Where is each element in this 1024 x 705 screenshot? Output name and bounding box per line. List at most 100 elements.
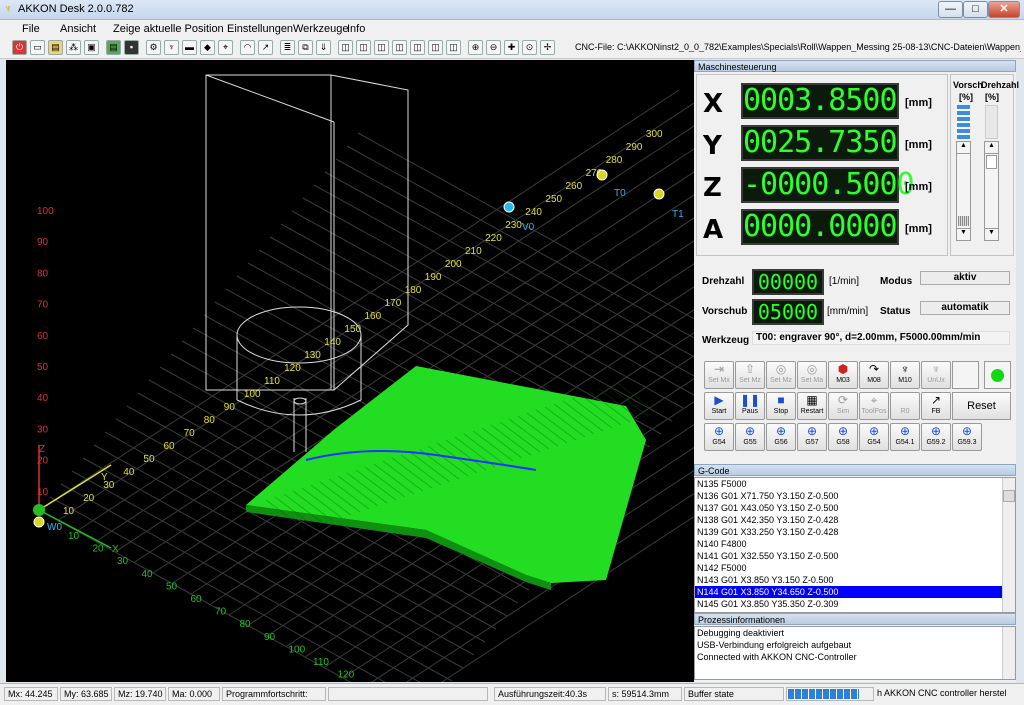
v0-label: V0 [522,222,535,233]
eraser-icon[interactable]: ▬ [182,40,197,55]
gcode-line[interactable]: N135 F5000 [695,478,1015,490]
zoom-in-icon[interactable]: ⊕ [468,40,483,55]
ctrl-set-mz-button[interactable]: ◎ Set Mz [766,361,796,389]
slider-down-icon[interactable]: ▼ [957,228,970,240]
machine-header: Maschinesteuerung [694,60,1016,72]
sim-icon[interactable]: ▪ [124,40,139,55]
offset-g57-button[interactable]: ⊕ G57 [797,423,827,451]
ctrl-set-mz-button[interactable]: ⇧ Set Mz [735,361,765,389]
tool-icon[interactable]: ♆ [164,40,179,55]
maximize-button[interactable]: □ [963,1,988,18]
ctrl-stop-button[interactable]: ■ Stop [766,392,796,420]
gear-icon[interactable]: ⚙ [146,40,161,55]
ctrl-m10-button[interactable]: ♆ M10 [890,361,920,389]
slider-up-icon[interactable]: ▲ [985,142,998,154]
folder-icon[interactable]: ▤ [48,40,63,55]
close-button[interactable]: ✕ [988,1,1020,18]
gcode-line[interactable]: N138 G01 X42.350 Y3.150 Z-0.428 [695,514,1015,526]
power-icon[interactable]: ⏻ [12,40,27,55]
gcode-line[interactable]: N139 G01 X33.250 Y3.150 Z-0.428 [695,526,1015,538]
ctrl-set-mx-button-label: Set Mx [708,377,730,384]
reset-button[interactable]: Reset [952,392,1011,420]
menu-werkzeuge[interactable]: Werkzeuge [293,23,348,35]
offset-g58-button[interactable]: ⊕ G58 [828,423,858,451]
probe-icon[interactable]: ⌖ [218,40,233,55]
pan-icon[interactable]: ✚ [504,40,519,55]
gcode-line[interactable]: N143 G01 X3.850 Y3.150 Z-0.500 [695,574,1015,586]
minimize-button[interactable]: — [938,1,963,18]
grid-icon[interactable]: ⁂ [66,40,81,55]
drehzahl-slider-thumb[interactable] [986,155,997,169]
offset-g59-3-button[interactable]: ⊕ G59.3 [952,423,982,451]
cube-back-icon[interactable]: ◫ [410,40,425,55]
ctrl-m08-button[interactable]: ↷ M08 [859,361,889,389]
status-distance: s: 59514.3mm [608,687,682,701]
offset-label: G55 [743,439,757,446]
ctrl-set-ma-button[interactable]: ◎ Set Ma [797,361,827,389]
vorsch-slider[interactable]: ▲ ▼ [956,141,971,241]
rotate-icon[interactable]: ✢ [540,40,555,55]
progress-label: Programmfortschritt: [222,687,326,701]
offset-g59-2-button[interactable]: ⊕ G59.2 [921,423,951,451]
vorsch-unit: [%] [959,92,973,102]
offset-g54-button[interactable]: ⊕ G54 [859,423,889,451]
cube-top-icon[interactable]: ◫ [356,40,371,55]
menu-zeige-position[interactable]: Zeige aktuelle Position [113,23,224,35]
ctrl-fb-button[interactable]: ↗ FB [921,392,951,420]
ctrl-toolpos-button[interactable]: ⌖ ToolPos [859,392,889,420]
save-icon[interactable]: ▣ [84,40,99,55]
zoom-out-icon[interactable]: ⊖ [486,40,501,55]
arrow-icon[interactable]: ↗ [258,40,273,55]
cube-front-icon[interactable]: ◫ [338,40,353,55]
menu-file[interactable]: File [22,23,40,35]
gcode-line[interactable]: N142 F5000 [695,562,1015,574]
menu-einstellungen[interactable]: Einstellungen [227,23,293,35]
viewport-canvas[interactable]: 100 90 80 70 60 50 40 30 20 10 10 20 30 40 50 60 70 80 90 1… [6,60,694,682]
menu-info[interactable]: Info [347,23,365,35]
ctrl-sim-button[interactable]: ⟳ Sim [828,392,858,420]
run-icon[interactable]: ▤ [106,40,121,55]
cube-right-icon[interactable]: ◫ [446,40,461,55]
gcode-scroll-thumb[interactable] [1003,490,1015,502]
gcode-line[interactable]: N145 G01 X3.850 Y35.350 Z-0.309 [695,598,1015,610]
gcode-line[interactable]: N144 G01 X3.850 Y34.650 Z-0.500 [695,586,1015,598]
ctrl-set-mx-button[interactable]: ⇥ Set Mx [704,361,734,389]
offset-g55-button[interactable]: ⊕ G55 [735,423,765,451]
gcode-line[interactable]: N140 F4800 [695,538,1015,550]
spare-button[interactable] [952,361,979,389]
list-icon[interactable]: ≣ [280,40,295,55]
offset-g56-button[interactable]: ⊕ G56 [766,423,796,451]
offset-g54-button[interactable]: ⊕ G54 [704,423,734,451]
slider-up-icon[interactable]: ▲ [957,142,970,154]
cube-side-icon[interactable]: ◫ [374,40,389,55]
gcode-line[interactable]: N141 G01 X32.550 Y3.150 Z-0.500 [695,550,1015,562]
t0-label: T0 [614,188,626,199]
ctrl-restart-button[interactable]: ▦ Restart [797,392,827,420]
cube-left-icon[interactable]: ◫ [428,40,443,55]
ctrl-start-button[interactable]: ▶ Start [704,392,734,420]
ctrl-m03-button[interactable]: ⬢ M03 [828,361,858,389]
drehzahl-slider[interactable]: ▲ ▼ [984,141,999,241]
menu-ansicht[interactable]: Ansicht [60,23,96,35]
z-tick-label: 10 [37,487,49,498]
ctrl-unux-button[interactable]: ♆ UnUx [921,361,951,389]
layers-icon[interactable]: ⧉ [298,40,313,55]
open-icon[interactable]: ▭ [30,40,45,55]
gcode-line[interactable]: N136 G01 X71.750 Y3.150 Z-0.500 [695,490,1015,502]
gcode-scrollbar[interactable] [1002,478,1015,612]
offset-label: G58 [836,439,850,446]
gcode-list[interactable]: N135 F5000 N136 G01 X71.750 Y3.150 Z-0.50… [694,477,1016,613]
block-icon[interactable]: ◆ [200,40,215,55]
cube-iso-icon[interactable]: ◫ [392,40,407,55]
zoom-fit-icon[interactable]: ⊙ [522,40,537,55]
vorsch-slider-thumb[interactable] [958,216,969,226]
download-icon[interactable]: ⇓ [316,40,331,55]
gcode-line[interactable]: N137 G01 X43.050 Y3.150 Z-0.500 [695,502,1015,514]
arc-icon[interactable]: ◠ [240,40,255,55]
ctrl-paus-button[interactable]: ❚❚ Paus [735,392,765,420]
ctrl-r0-button[interactable]: R0 [890,392,920,420]
process-scrollbar[interactable] [1002,627,1015,679]
3d-viewport[interactable]: 100 90 80 70 60 50 40 30 20 10 10 20 30 40 50 60 70 80 90 1… [6,60,694,682]
slider-down-icon[interactable]: ▼ [985,228,998,240]
offset-g54-1-button[interactable]: ⊕ G54.1 [890,423,920,451]
